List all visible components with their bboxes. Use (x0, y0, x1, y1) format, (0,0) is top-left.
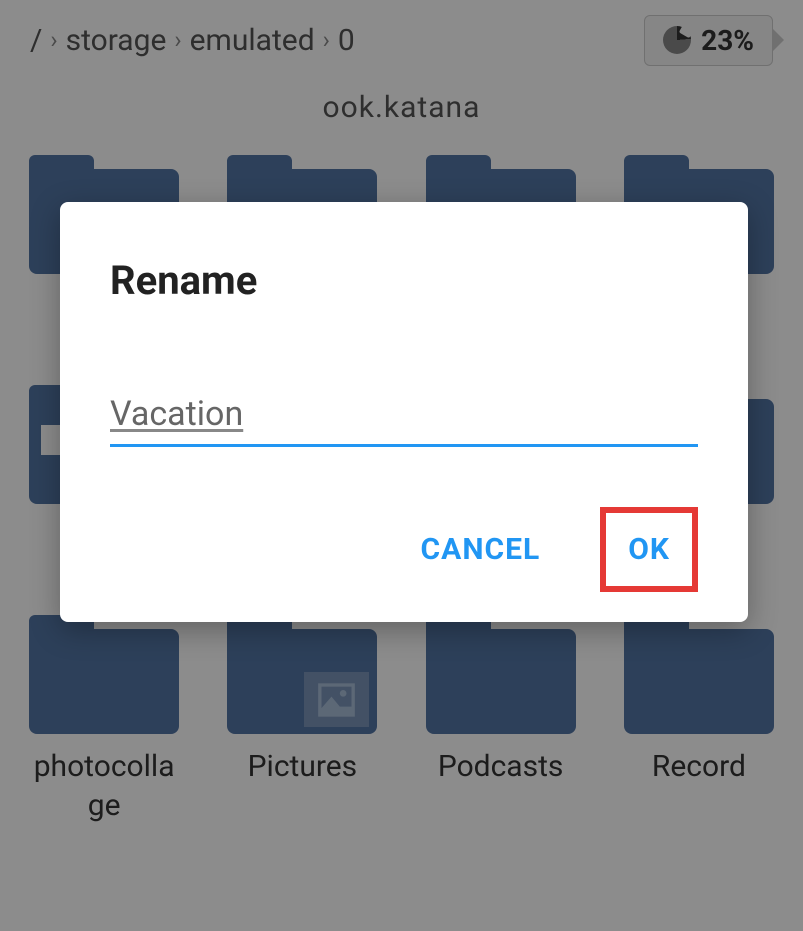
rename-input[interactable] (110, 384, 698, 447)
dialog-title: Rename (110, 257, 698, 304)
dialog-button-row: CANCEL OK (110, 507, 698, 592)
ok-button[interactable]: OK (610, 517, 688, 582)
cancel-button[interactable]: CANCEL (401, 517, 561, 582)
ok-button-highlight: OK (600, 507, 698, 592)
rename-dialog: Rename CANCEL OK (60, 202, 748, 622)
